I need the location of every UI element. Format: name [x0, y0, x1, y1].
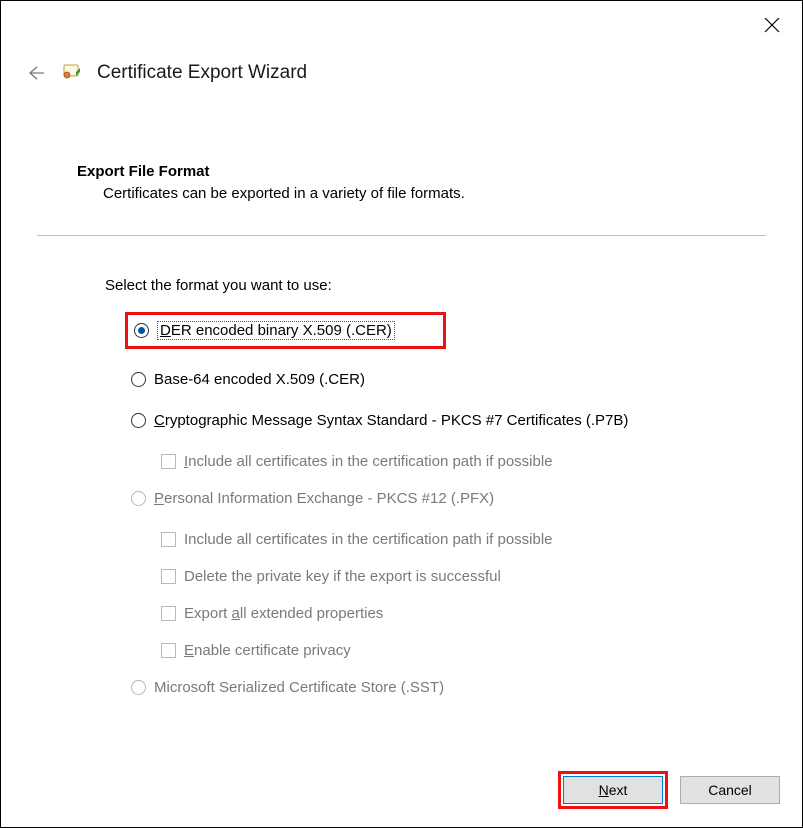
back-arrow-icon[interactable] [23, 61, 47, 85]
certificate-icon [61, 62, 83, 84]
checkbox-pfx-include [161, 532, 176, 547]
wizard-title: Certificate Export Wizard [97, 62, 307, 84]
next-button-highlight: Next [558, 771, 668, 809]
checkbox-pfx-privacy-label: Enable certificate privacy [184, 642, 351, 659]
radio-sst-label: Microsoft Serialized Certificate Store (… [154, 679, 444, 696]
divider [37, 235, 766, 236]
checkbox-pfx-extended [161, 606, 176, 621]
radio-p7b-label[interactable]: Cryptographic Message Syntax Standard - … [154, 412, 628, 429]
page-subheading: Certificates can be exported in a variet… [103, 185, 465, 202]
page-heading: Export File Format [77, 163, 210, 180]
checkbox-pfx-delete [161, 569, 176, 584]
form-area: Select the format you want to use: DER e… [105, 277, 742, 720]
radio-p7b[interactable] [131, 413, 146, 428]
cancel-button[interactable]: Cancel [680, 776, 780, 804]
checkbox-p7b-include-label: Include all certificates in the certific… [184, 453, 553, 470]
checkbox-p7b-include [161, 454, 176, 469]
next-button[interactable]: Next [563, 776, 663, 804]
close-icon[interactable] [764, 17, 780, 33]
radio-pfx [131, 491, 146, 506]
checkbox-pfx-extended-label: Export all extended properties [184, 605, 383, 622]
radio-der-label[interactable]: DER encoded binary X.509 (.CER) [157, 321, 395, 340]
radio-base64-label[interactable]: Base-64 encoded X.509 (.CER) [154, 371, 365, 388]
checkbox-pfx-include-label: Include all certificates in the certific… [184, 531, 553, 548]
format-prompt: Select the format you want to use: [105, 277, 742, 294]
option-der-highlight: DER encoded binary X.509 (.CER) [125, 312, 446, 349]
button-bar: Next Cancel [558, 771, 780, 809]
checkbox-pfx-delete-label: Delete the private key if the export is … [184, 568, 501, 585]
radio-der[interactable] [134, 323, 149, 338]
radio-base64[interactable] [131, 372, 146, 387]
wizard-header: Certificate Export Wizard [23, 61, 307, 85]
radio-sst [131, 680, 146, 695]
radio-pfx-label: Personal Information Exchange - PKCS #12… [154, 490, 494, 507]
checkbox-pfx-privacy [161, 643, 176, 658]
